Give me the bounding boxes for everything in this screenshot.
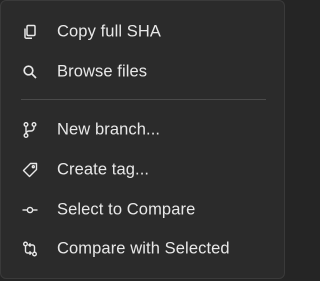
browse-files-menu-item[interactable]: Browse files — [5, 55, 280, 89]
create-tag-menu-item[interactable]: Create tag... — [5, 153, 280, 187]
git-commit-icon — [21, 201, 39, 219]
context-menu: Copy full SHA Browse files New branch... — [0, 0, 285, 279]
browse-files-label: Browse files — [57, 62, 148, 81]
compare-with-selected-menu-item[interactable]: Compare with Selected — [5, 232, 280, 266]
menu-separator — [21, 99, 266, 100]
git-branch-icon — [21, 121, 39, 139]
select-to-compare-menu-item[interactable]: Select to Compare — [5, 193, 280, 227]
copy-icon — [21, 23, 39, 41]
search-icon — [21, 63, 39, 81]
create-tag-label: Create tag... — [57, 160, 150, 179]
copy-full-sha-menu-item[interactable]: Copy full SHA — [5, 15, 280, 49]
git-compare-icon — [21, 240, 39, 258]
new-branch-menu-item[interactable]: New branch... — [5, 113, 280, 147]
tag-icon — [21, 161, 39, 179]
select-to-compare-label: Select to Compare — [57, 200, 196, 219]
compare-with-selected-label: Compare with Selected — [57, 239, 230, 258]
new-branch-label: New branch... — [57, 120, 161, 139]
copy-full-sha-label: Copy full SHA — [57, 22, 162, 41]
